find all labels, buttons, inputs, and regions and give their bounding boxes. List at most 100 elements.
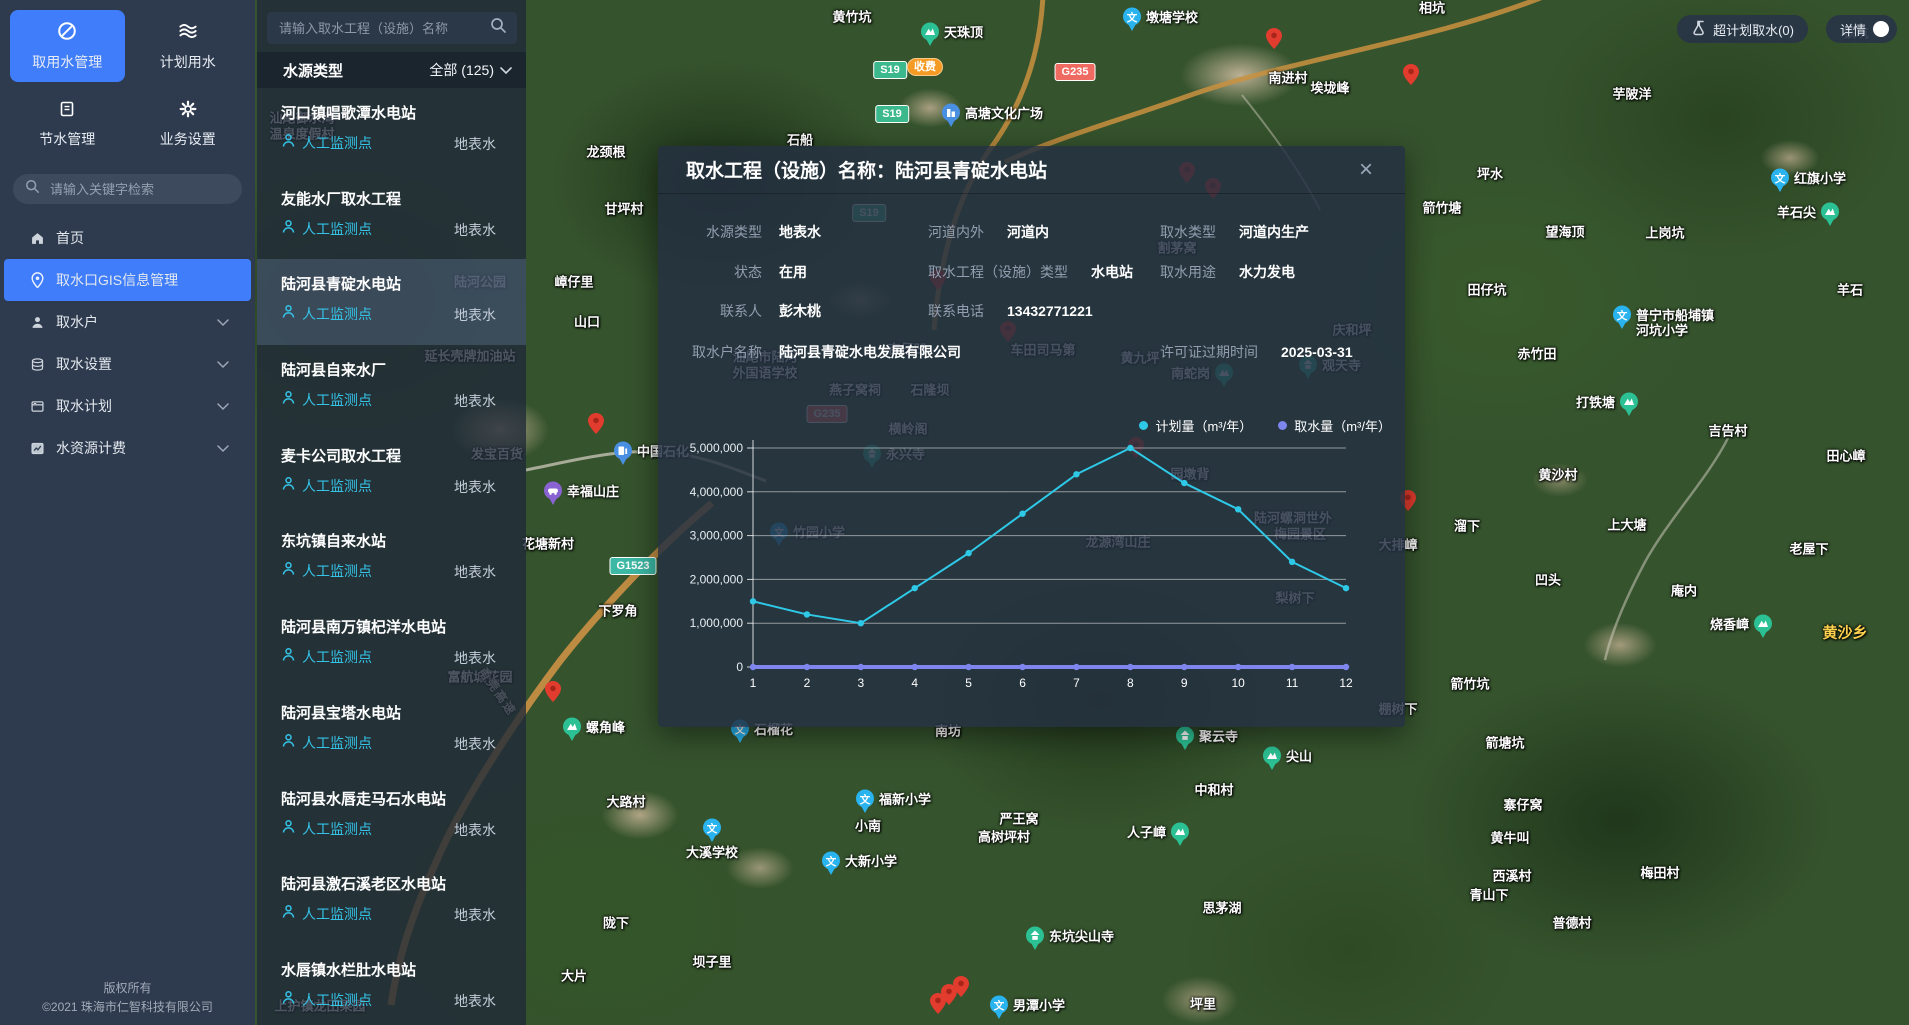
person-icon	[281, 904, 296, 924]
sidebar-item-4[interactable]: 取水设置	[4, 343, 251, 385]
topbar-controls: 超计划取水(0) 详情	[1677, 15, 1897, 43]
detail-toggle[interactable]: 详情	[1826, 15, 1897, 43]
copyright-line1: 版权所有	[0, 979, 255, 998]
mountain-marker-icon[interactable]: 螺角峰	[562, 717, 582, 742]
station-list-item[interactable]: 陆河县青碇水电站人工监测点地表水	[257, 259, 526, 345]
station-list-item[interactable]: 友能水厂取水工程人工监测点地表水	[257, 174, 526, 260]
water-type: 地表水	[454, 134, 496, 154]
map-marker-label: 聚云寺	[1199, 729, 1238, 744]
field-value: 水力发电	[1239, 264, 1295, 280]
map-place-label: 嶂仔里	[554, 275, 593, 290]
temple-marker-icon[interactable]: 东坑尖山寺	[1025, 926, 1045, 951]
search-icon[interactable]	[490, 17, 507, 39]
field-row: 许可证过期时间2025-03-31	[1160, 342, 1353, 362]
station-name: 陆河县自来水厂	[281, 359, 526, 380]
sidebar: 取用水管理计划用水节水管理业务设置 首页取水口GIS信息管理取水户取水设置取水计…	[0, 0, 255, 1025]
map-marker-label: 大新小学	[845, 854, 897, 869]
map-place-label: 小南	[855, 819, 881, 834]
school-marker-icon[interactable]: 文红旗小学	[1770, 168, 1790, 193]
app-button-2[interactable]: 计划用水	[131, 10, 246, 82]
app-button-3[interactable]: 节水管理	[10, 88, 125, 160]
station-list-item[interactable]: 陆河县南万镇杞洋水电站人工监测点地表水	[257, 602, 526, 688]
svg-text:6: 6	[1019, 676, 1026, 690]
svg-text:3: 3	[857, 676, 864, 690]
mountain-marker-icon[interactable]: 烧香嶂	[1753, 614, 1773, 639]
field-value: 13432771221	[1007, 303, 1093, 319]
sidebar-item-1[interactable]: 首页	[4, 217, 251, 259]
mountain-marker-icon[interactable]: 打铁塘	[1619, 392, 1639, 417]
sidebar-item-label: 取水设置	[56, 354, 112, 374]
search-icon	[25, 179, 40, 199]
svg-text:12: 12	[1339, 676, 1353, 690]
field-row: 状态在用	[674, 262, 807, 282]
school-marker-icon[interactable]: 文福新小学	[855, 789, 875, 814]
station-list-item[interactable]: 陆河县水唇走马石水电站人工监测点地表水	[257, 774, 526, 860]
chevron-down-icon	[217, 398, 229, 414]
red-pin-icon[interactable]	[1403, 64, 1419, 90]
monitor-tag: 人工监测点	[302, 304, 372, 324]
sidebar-item-2[interactable]: 取水口GIS信息管理	[4, 259, 251, 301]
over-plan-intake-button[interactable]: 超计划取水(0)	[1677, 15, 1808, 43]
mountain-marker-icon[interactable]: 羊石尖	[1820, 202, 1840, 227]
app-root: 黄竹坑相坑南进村埃垅峰芋陂洋铁坑坪水箭竹塘望海顶上岗坑田仔坑赤竹田吉告村羊石田心…	[0, 0, 1909, 1025]
field-value: 地表水	[779, 224, 821, 240]
petrol-marker-icon[interactable]: 中国石化	[613, 441, 633, 466]
svg-text:5: 5	[965, 676, 972, 690]
station-list-item[interactable]: 麦卡公司取水工程人工监测点地表水	[257, 431, 526, 517]
station-list-item[interactable]: 东坑镇自来水站人工监测点地表水	[257, 516, 526, 602]
road-badge: S19	[873, 61, 907, 79]
svg-text:0: 0	[736, 660, 743, 674]
resort-marker-icon[interactable]: 幸福山庄	[543, 481, 563, 506]
road-badge: G235	[1055, 63, 1096, 81]
station-list-item[interactable]: 河口镇唱歌潭水电站人工监测点地表水	[257, 88, 526, 174]
station-list-item[interactable]: 陆河县激石溪老区水电站人工监测点地表水	[257, 859, 526, 945]
school-marker-icon[interactable]: 文大溪学校	[702, 818, 722, 843]
field-value: 陆河县青碇水电发展有限公司	[779, 344, 961, 360]
sidebar-item-6[interactable]: 水资源计费	[4, 427, 251, 469]
mountain-marker-icon[interactable]: 人子嶂	[1170, 822, 1190, 847]
red-pin-icon[interactable]	[953, 976, 969, 1002]
map-place-label: 埃垅峰	[1310, 81, 1349, 96]
station-search-box	[267, 12, 517, 44]
map-place-label: 坝子里	[692, 955, 731, 970]
map-place-label: 中和村	[1194, 783, 1233, 798]
station-list-item[interactable]: 陆河县自来水厂人工监测点地表水	[257, 345, 526, 431]
school-marker-icon[interactable]: 文墩塘学校	[1122, 7, 1142, 32]
red-pin-icon[interactable]	[588, 413, 604, 439]
monitor-tag: 人工监测点	[302, 990, 372, 1010]
station-search-input[interactable]	[277, 20, 490, 37]
station-list-item[interactable]: 陆河县宝塔水电站人工监测点地表水	[257, 688, 526, 774]
map-place-label: 花塘新村	[522, 537, 574, 552]
field-row: 取水工程（设施）类型水电站	[928, 262, 1133, 282]
mountain-marker-icon[interactable]: 尖山	[1262, 746, 1282, 771]
station-list-item[interactable]: 水唇镇水栏肚水电站人工监测点地表水	[257, 945, 526, 1025]
temple-marker-icon[interactable]: 聚云寺	[1175, 726, 1195, 751]
mountain-marker-icon[interactable]: 天珠顶	[920, 22, 940, 47]
station-name: 陆河县南万镇杞洋水电站	[281, 616, 526, 637]
sidebar-search-input[interactable]	[48, 181, 230, 198]
water-type: 地表水	[454, 734, 496, 754]
map-place-label: 寨仔窝	[1503, 798, 1542, 813]
map-place-label: 山口	[574, 315, 600, 330]
map-place-label: 庵内	[1671, 584, 1697, 599]
red-pin-icon[interactable]	[545, 681, 561, 707]
school-marker-icon[interactable]: 文大新小学	[821, 851, 841, 876]
map-marker-label: 高塘文化广场	[965, 106, 1043, 121]
sidebar-item-3[interactable]: 取水户	[4, 301, 251, 343]
filter-dropdown[interactable]: 全部 (125)	[429, 60, 512, 80]
map-place-label: 赤竹田	[1517, 347, 1556, 362]
school-marker-icon[interactable]: 文男潭小学	[989, 995, 1009, 1020]
red-pin-icon[interactable]	[1266, 28, 1282, 54]
red-pin-icon[interactable]	[930, 993, 946, 1019]
culture-marker-icon[interactable]: 高塘文化广场	[941, 103, 961, 128]
sidebar-item-5[interactable]: 取水计划	[4, 385, 251, 427]
station-name: 陆河县宝塔水电站	[281, 702, 526, 723]
app-button-1[interactable]: 取用水管理	[10, 10, 125, 82]
app-button-4[interactable]: 业务设置	[131, 88, 246, 160]
board-icon	[28, 399, 46, 414]
svg-text:11: 11	[1286, 676, 1299, 690]
map-place-label: 相坑	[1419, 1, 1445, 16]
school-marker-icon[interactable]: 文普宁市船埔镇 河坑小学	[1612, 305, 1632, 330]
field-value: 2025-03-31	[1281, 344, 1353, 360]
water-type: 地表水	[454, 562, 496, 582]
